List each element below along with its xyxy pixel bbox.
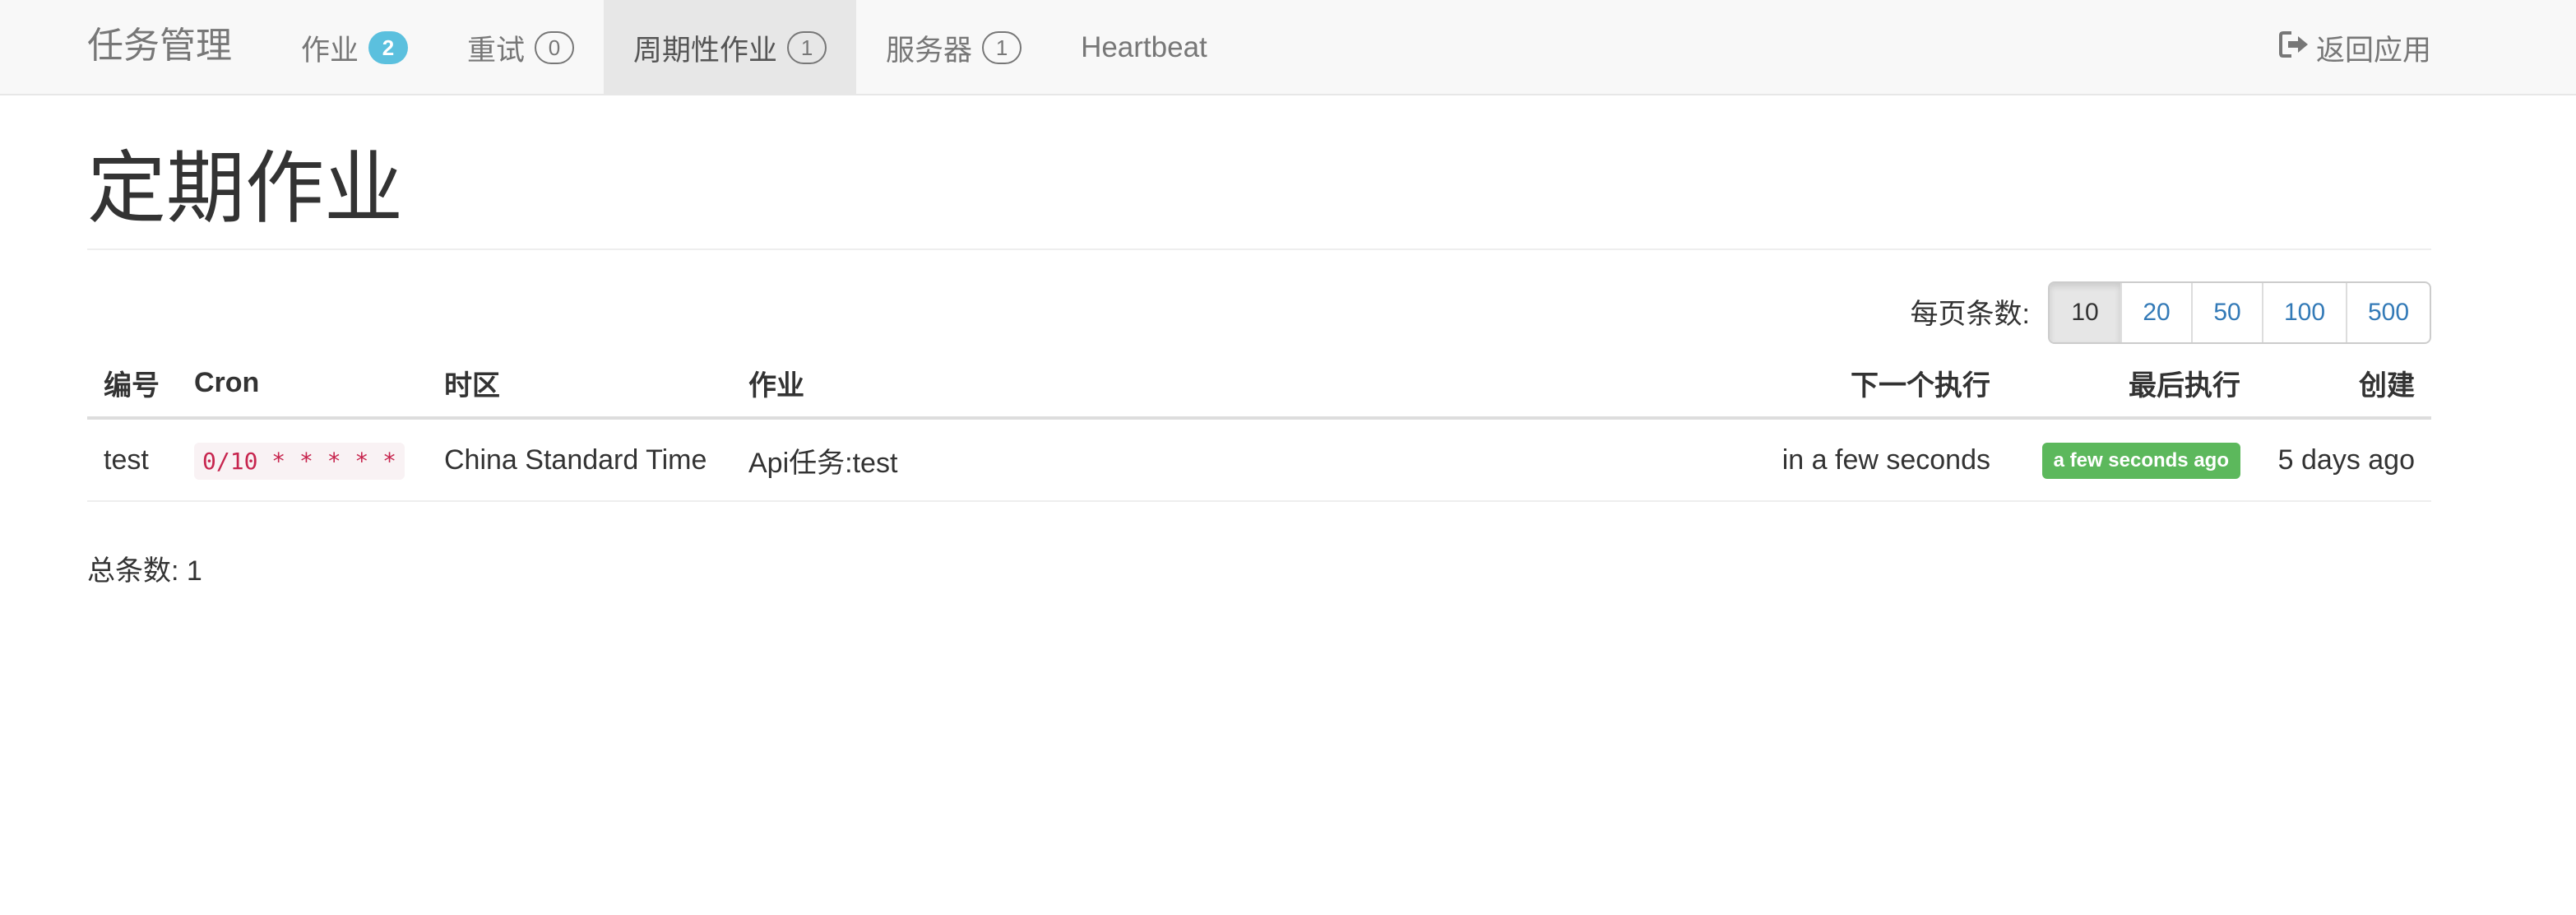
page-size-row: 每页条数: 10 20 50 100 500: [87, 250, 2431, 349]
row-job: Api任务:test: [732, 418, 1727, 502]
total-count: 总条数: 1: [87, 555, 202, 587]
row-created: 5 days ago: [2257, 418, 2431, 502]
nav-tabs: 作业 2 重试 0 周期性作业 1 服务器 1 Heartbeat: [271, 0, 1237, 95]
table-row: test 0/10 * * * * * China Standard Time …: [87, 418, 2431, 502]
brand-link[interactable]: 任务管理: [87, 0, 232, 95]
nav-item-label: 作业: [301, 34, 359, 67]
recurring-count-badge: 1: [787, 31, 827, 64]
nav-item-retries[interactable]: 重试 0: [438, 0, 604, 95]
nav-item-jobs[interactable]: 作业 2: [271, 0, 438, 95]
last-execution-badge: a few seconds ago: [2041, 442, 2240, 479]
row-id: test: [87, 418, 178, 502]
page-size-10-button[interactable]: 10: [2050, 283, 2120, 342]
recurring-jobs-table: 编号 Cron 时区 作业 下一个执行 最后执行 创建 test 0/10 * …: [87, 349, 2431, 502]
header-job: 作业: [732, 349, 1727, 420]
nav-item-label: 重试: [467, 34, 526, 67]
header-id: 编号: [87, 349, 178, 420]
page-size-100-button[interactable]: 100: [2262, 283, 2346, 342]
page-size-20-button[interactable]: 20: [2120, 283, 2191, 342]
table-header-row: 编号 Cron 时区 作业 下一个执行 最后执行 创建: [87, 349, 2431, 420]
top-navbar: 任务管理 作业 2 重试 0 周期性作业 1 服务器 1 Heartbeat 返…: [0, 0, 2576, 95]
nav-item-heartbeat[interactable]: Heartbeat: [1051, 0, 1237, 95]
nav-item-label: 服务器: [886, 34, 973, 67]
header-last-execution: 最后执行: [2007, 349, 2257, 420]
nav-item-label: 周期性作业: [633, 34, 778, 67]
page-size-selector: 10 20 50 100 500: [2048, 281, 2431, 344]
header-cron: Cron: [178, 349, 428, 420]
page-size-50-button[interactable]: 50: [2191, 283, 2262, 342]
nav-item-recurring-jobs[interactable]: 周期性作业 1: [604, 0, 857, 95]
jobs-count-badge: 2: [368, 31, 409, 64]
main-content: 定期作业 每页条数: 10 20 50 100 500 编号 Cron 时区 作…: [87, 95, 2431, 588]
nav-item-servers[interactable]: 服务器 1: [856, 0, 1051, 95]
row-timezone: China Standard Time: [428, 418, 732, 502]
sign-out-icon: [2278, 30, 2316, 67]
retries-count-badge: 0: [535, 31, 575, 64]
header-created: 创建: [2257, 349, 2431, 420]
header-timezone: 时区: [428, 349, 732, 420]
header-next-execution: 下一个执行: [1727, 349, 2007, 420]
page-size-label: 每页条数:: [1910, 299, 2030, 330]
row-last-execution: a few seconds ago: [2007, 418, 2257, 502]
nav-item-label: Heartbeat: [1081, 31, 1207, 63]
return-to-app-link[interactable]: 返回应用: [2278, 0, 2431, 95]
cron-expression: 0/10 * * * * *: [194, 442, 405, 480]
row-next-execution: in a few seconds: [1727, 418, 2007, 502]
page-size-500-button[interactable]: 500: [2346, 283, 2430, 342]
return-label: 返回应用: [2315, 34, 2431, 67]
servers-count-badge: 1: [982, 31, 1022, 64]
page-title: 定期作业: [87, 145, 403, 233]
row-cron: 0/10 * * * * *: [178, 418, 428, 502]
